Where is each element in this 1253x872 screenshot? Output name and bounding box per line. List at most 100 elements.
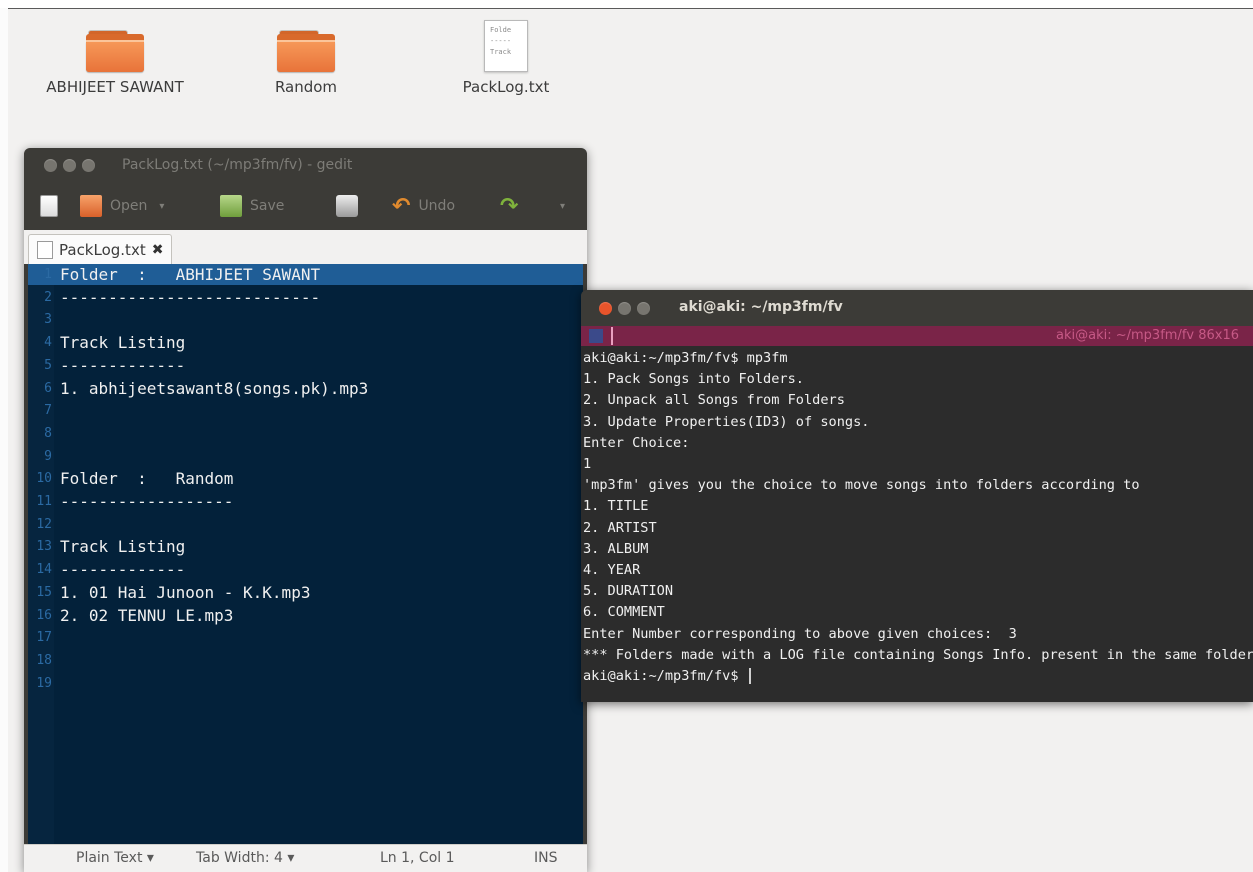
terminal-line: 1 — [583, 456, 592, 472]
maximize-icon[interactable] — [637, 302, 650, 315]
save-button[interactable]: Save — [220, 194, 284, 218]
terminal-line: 'mp3fm' gives you the choice to move son… — [583, 477, 1140, 494]
terminal-window: aki@aki: ~/mp3fm/fv aki@aki: ~/mp3fm/fv … — [581, 290, 1253, 702]
editor-line[interactable]: 11 ------------------ — [28, 491, 583, 512]
line-text: --------------------------- — [60, 287, 321, 307]
print-icon — [336, 195, 358, 217]
redo-arrow-icon: ↷ — [500, 193, 519, 219]
line-number: 18 — [36, 652, 52, 668]
editor-line[interactable]: 19 — [28, 673, 583, 694]
document-tabbar: PackLog.txt ✖ — [24, 230, 587, 265]
tab-separator — [611, 327, 613, 345]
editor-line[interactable]: 8 — [28, 423, 583, 444]
line-number: 10 — [36, 471, 52, 487]
line-number: 4 — [44, 335, 52, 351]
gedit-statusbar: Plain Text ▾ Tab Width: 4 ▾ Ln 1, Col 1 … — [24, 844, 587, 872]
terminal-line: 3. Update Properties(ID3) of songs. — [583, 413, 870, 430]
terminal-line: 2. Unpack all Songs from Folders — [583, 392, 845, 409]
line-text: 1. 01 Hai Junoon - K.K.mp3 — [60, 582, 311, 602]
line-text: 1. abhijeetsawant8(songs.pk).mp3 — [60, 378, 369, 398]
gedit-titlebar[interactable]: PackLog.txt (~/mp3fm/fv) - gedit — [24, 148, 587, 182]
editor-line[interactable]: 3 — [28, 309, 583, 330]
editor-line[interactable]: 2 --------------------------- — [28, 287, 583, 308]
minimize-icon[interactable] — [618, 302, 631, 315]
close-tab-icon[interactable]: ✖ — [152, 242, 164, 258]
undo-button[interactable]: ↶ Undo — [392, 193, 455, 219]
line-number: 8 — [44, 425, 52, 441]
text-editor[interactable]: 1 Folder : ABHIJEET SAWANT 2 --------------… — [28, 264, 583, 844]
line-text: Track Listing — [60, 537, 186, 557]
line-number: 11 — [36, 494, 52, 509]
minimize-icon[interactable] — [63, 159, 76, 172]
editor-line[interactable]: 14 ------------- — [28, 559, 583, 580]
gedit-toolbar: Open ▾ Save ↶ Undo ↷ ▾ — [24, 182, 587, 228]
insert-mode: INS — [534, 850, 558, 866]
editor-line[interactable]: 7 — [28, 400, 583, 421]
desktop-icon-label: PackLog.txt — [462, 78, 550, 96]
editor-line[interactable]: 17 — [28, 627, 583, 648]
redo-button[interactable]: ↷ — [500, 193, 519, 219]
editor-line[interactable]: 5 ------------- — [28, 355, 583, 376]
line-number: 5 — [44, 357, 52, 373]
line-number: 13 — [36, 539, 52, 555]
line-number: 6 — [44, 380, 52, 396]
desktop-icon-abhijeet-sawant[interactable]: ABHIJEET SAWANT — [30, 24, 200, 96]
editor-line[interactable]: 18 — [28, 650, 583, 671]
terminal-line: 5. DURATION — [583, 583, 674, 600]
editor-line[interactable]: 6 1. abhijeetsawant8(songs.pk).mp3 — [28, 378, 583, 399]
desktop-icon-packlog[interactable]: Folde ----- Track PackLog.txt — [436, 20, 576, 96]
editor-line[interactable]: 1 Folder : ABHIJEET SAWANT — [28, 264, 583, 285]
chevron-down-icon[interactable]: ▾ — [159, 201, 164, 212]
language-selector[interactable]: Plain Text ▾ — [76, 850, 154, 866]
editor-line[interactable]: 9 — [28, 446, 583, 467]
terminal-line: 6. COMMENT — [583, 604, 665, 621]
tab-packlog[interactable]: PackLog.txt ✖ — [28, 234, 173, 265]
line-text: Track Listing — [60, 333, 186, 353]
line-text: ------------- — [60, 560, 186, 580]
toolbar-overflow-button[interactable]: ▾ — [560, 194, 565, 218]
line-number: 12 — [36, 516, 52, 532]
terminal-tab-label[interactable]: aki@aki: ~/mp3fm/fv 86x16 — [1056, 328, 1239, 343]
line-number: 3 — [44, 312, 52, 328]
maximize-icon[interactable] — [82, 159, 95, 172]
undo-arrow-icon: ↶ — [392, 193, 411, 219]
line-text: Folder : Random — [60, 469, 234, 489]
save-label: Save — [250, 198, 285, 214]
editor-line[interactable]: 10 Folder : Random — [28, 468, 583, 489]
window-title: PackLog.txt (~/mp3fm/fv) - gedit — [122, 157, 353, 173]
terminal-line: 3. ALBUM — [583, 540, 649, 557]
terminal-icon — [589, 329, 603, 343]
line-number: 14 — [36, 562, 52, 578]
print-button[interactable] — [336, 194, 358, 218]
gedit-window: PackLog.txt (~/mp3fm/fv) - gedit Open ▾ … — [24, 148, 587, 872]
cursor-position: Ln 1, Col 1 — [380, 850, 455, 866]
desktop-icon-random[interactable]: Random — [236, 24, 376, 96]
open-button[interactable]: Open ▾ — [80, 194, 164, 218]
save-icon — [220, 195, 242, 217]
terminal-titlebar[interactable]: aki@aki: ~/mp3fm/fv — [581, 290, 1253, 326]
editor-line[interactable]: 15 1. 01 Hai Junoon - K.K.mp3 — [28, 582, 583, 603]
terminal-line: 4. YEAR — [583, 562, 641, 578]
line-number: 17 — [36, 630, 52, 646]
new-document-button[interactable] — [40, 194, 58, 218]
editor-line[interactable]: 13 Track Listing — [28, 536, 583, 557]
close-icon[interactable] — [44, 159, 57, 172]
tab-width-selector[interactable]: Tab Width: 4 ▾ — [196, 850, 294, 866]
line-text: 2. 02 TENNU LE.mp3 — [60, 605, 234, 625]
terminal-title: aki@aki: ~/mp3fm/fv — [679, 299, 843, 315]
text-file-icon: Folde ----- Track — [484, 20, 528, 72]
close-icon[interactable] — [599, 302, 612, 315]
open-folder-icon — [80, 195, 102, 217]
terminal-tabbar: aki@aki: ~/mp3fm/fv 86x16 — [581, 326, 1253, 346]
editor-line[interactable]: 16 2. 02 TENNU LE.mp3 — [28, 605, 583, 626]
terminal-line: 1. Pack Songs into Folders. — [583, 371, 804, 388]
terminal-line: 1. TITLE — [583, 498, 649, 515]
chevron-down-icon: ▾ — [560, 200, 566, 212]
line-number: 9 — [44, 448, 52, 464]
editor-line[interactable]: 12 — [28, 514, 583, 535]
desktop-left-edge — [0, 8, 8, 872]
line-number: 16 — [36, 607, 52, 623]
terminal-line: Enter Choice: — [583, 434, 690, 451]
terminal-line: *** Folders made with a LOG file contain… — [583, 646, 1253, 663]
editor-line[interactable]: 4 Track Listing — [28, 332, 583, 353]
